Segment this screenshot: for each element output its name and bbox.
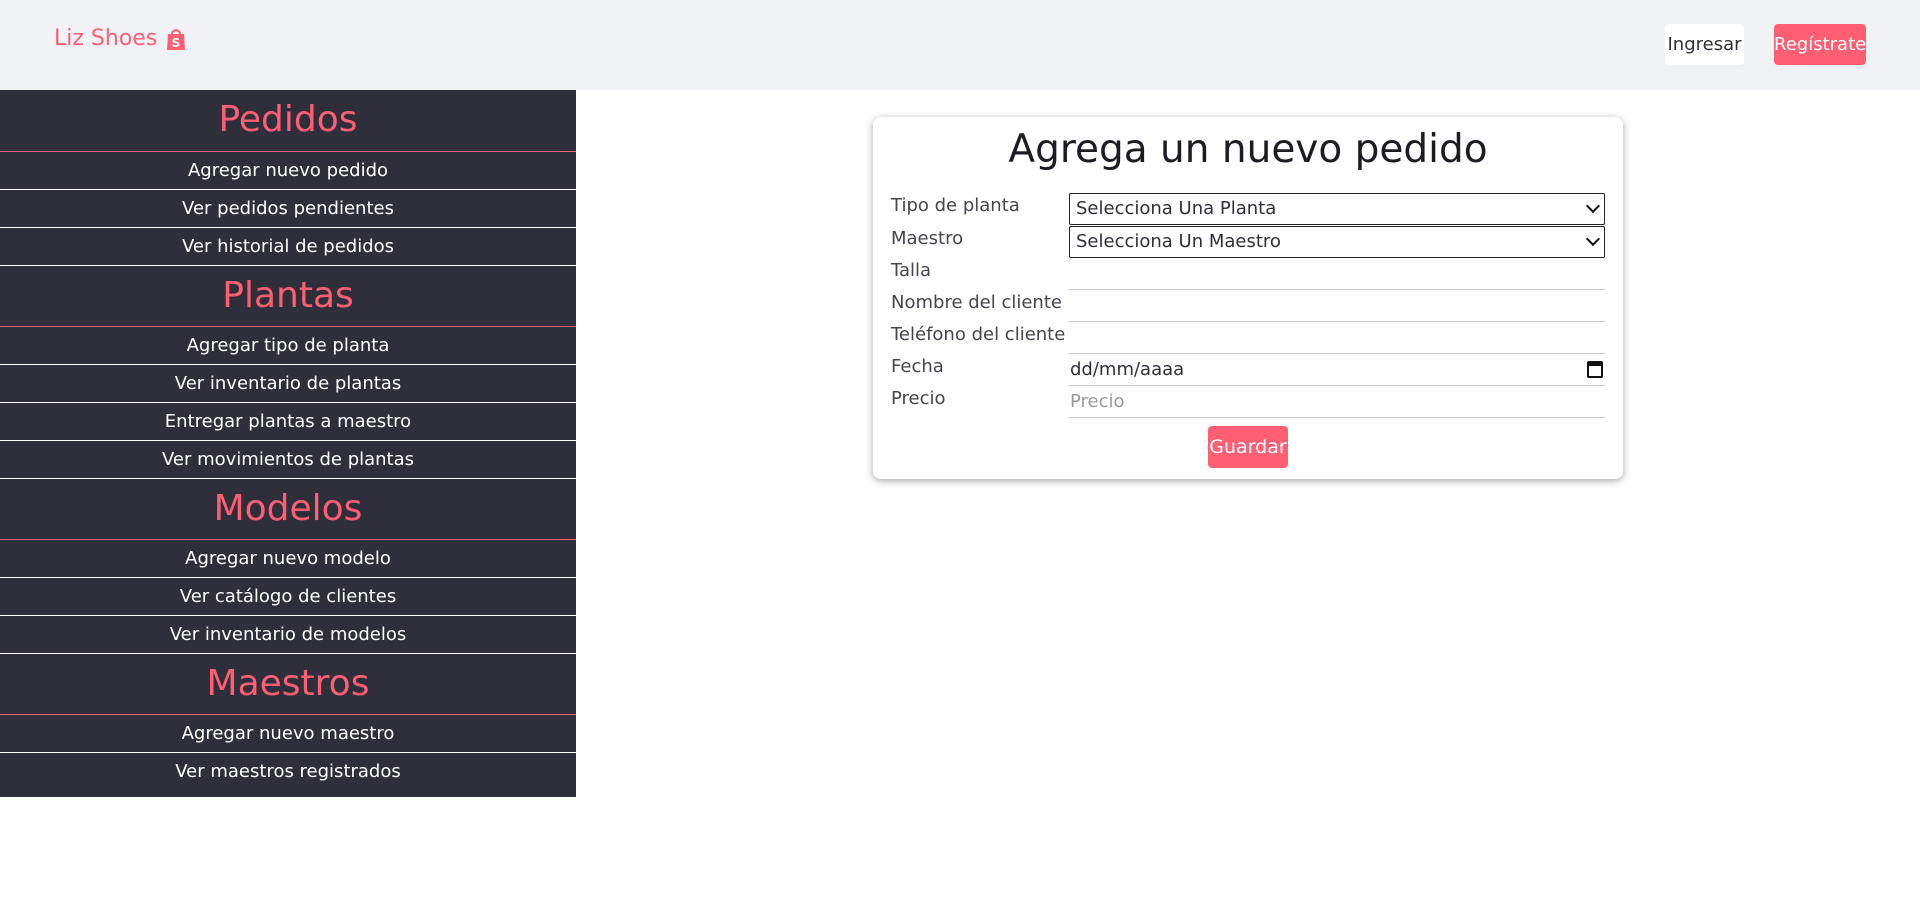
- chevron-down-icon: [1585, 231, 1601, 247]
- top-navbar: Liz Shoes S Ingresar Regístrate: [0, 0, 1920, 90]
- form-title: Agrega un nuevo pedido: [1008, 127, 1488, 172]
- sidebar-item-inventario-modelos[interactable]: Ver inventario de modelos: [0, 616, 576, 654]
- maestro-value: Selecciona Un Maestro: [1076, 231, 1281, 252]
- shopping-bag-icon: S: [167, 28, 186, 50]
- register-button[interactable]: Regístrate: [1774, 24, 1866, 65]
- sidebar-item-historial-pedidos[interactable]: Ver historial de pedidos: [0, 228, 576, 266]
- svg-text:S: S: [172, 36, 181, 50]
- label-tipo-planta: Tipo de planta: [891, 195, 1020, 216]
- precio-input[interactable]: Precio: [1069, 386, 1605, 418]
- calendar-icon[interactable]: [1587, 361, 1603, 378]
- chevron-down-icon: [1585, 198, 1601, 214]
- new-order-form-card: Agrega un nuevo pedido Tipo de planta Se…: [873, 117, 1623, 479]
- fecha-placeholder: dd/mm/aaaa: [1070, 359, 1185, 380]
- label-fecha: Fecha: [891, 356, 944, 377]
- sidebar-section-plantas: Plantas Agregar tipo de planta Ver inven…: [0, 266, 576, 479]
- brand-name: Liz Shoes: [54, 26, 158, 51]
- sidebar-section-modelos: Modelos Agregar nuevo modelo Ver catálog…: [0, 479, 576, 654]
- sidebar-item-inventario-plantas[interactable]: Ver inventario de plantas: [0, 365, 576, 403]
- sidebar-item-catalogo-clientes[interactable]: Ver catálogo de clientes: [0, 578, 576, 616]
- sidebar-item-movimientos-plantas[interactable]: Ver movimientos de plantas: [0, 441, 576, 479]
- talla-input[interactable]: [1069, 258, 1605, 290]
- label-nombre-cliente: Nombre del cliente: [891, 292, 1062, 313]
- sidebar: Pedidos Agregar nuevo pedido Ver pedidos…: [0, 90, 576, 797]
- login-button[interactable]: Ingresar: [1665, 24, 1744, 65]
- section-title-maestros: Maestros: [0, 654, 576, 715]
- sidebar-item-entregar-plantas[interactable]: Entregar plantas a maestro: [0, 403, 576, 441]
- label-precio: Precio: [891, 388, 946, 409]
- brand-link[interactable]: Liz Shoes S: [54, 26, 187, 51]
- maestro-select[interactable]: Selecciona Un Maestro: [1069, 226, 1605, 258]
- section-title-pedidos: Pedidos: [0, 90, 576, 152]
- sidebar-item-agregar-maestro[interactable]: Agregar nuevo maestro: [0, 715, 576, 753]
- fecha-input[interactable]: dd/mm/aaaa: [1069, 354, 1605, 386]
- sidebar-item-maestros-registrados[interactable]: Ver maestros registrados: [0, 753, 576, 791]
- label-maestro: Maestro: [891, 228, 964, 249]
- sidebar-item-agregar-planta[interactable]: Agregar tipo de planta: [0, 327, 576, 365]
- save-button[interactable]: Guardar: [1208, 426, 1288, 468]
- nombre-cliente-input[interactable]: [1069, 290, 1605, 322]
- section-title-modelos: Modelos: [0, 479, 576, 540]
- label-telefono-cliente: Teléfono del cliente: [891, 324, 1066, 345]
- sidebar-item-pedidos-pendientes[interactable]: Ver pedidos pendientes: [0, 190, 576, 228]
- sidebar-section-maestros: Maestros Agregar nuevo maestro Ver maest…: [0, 654, 576, 791]
- sidebar-item-agregar-pedido[interactable]: Agregar nuevo pedido: [0, 152, 576, 190]
- telefono-cliente-input[interactable]: [1069, 322, 1605, 354]
- label-talla: Talla: [891, 260, 932, 281]
- tipo-planta-value: Selecciona Una Planta: [1076, 198, 1277, 219]
- sidebar-item-agregar-modelo[interactable]: Agregar nuevo modelo: [0, 540, 576, 578]
- sidebar-section-pedidos: Pedidos Agregar nuevo pedido Ver pedidos…: [0, 90, 576, 266]
- section-title-plantas: Plantas: [0, 266, 576, 327]
- tipo-planta-select[interactable]: Selecciona Una Planta: [1069, 193, 1605, 225]
